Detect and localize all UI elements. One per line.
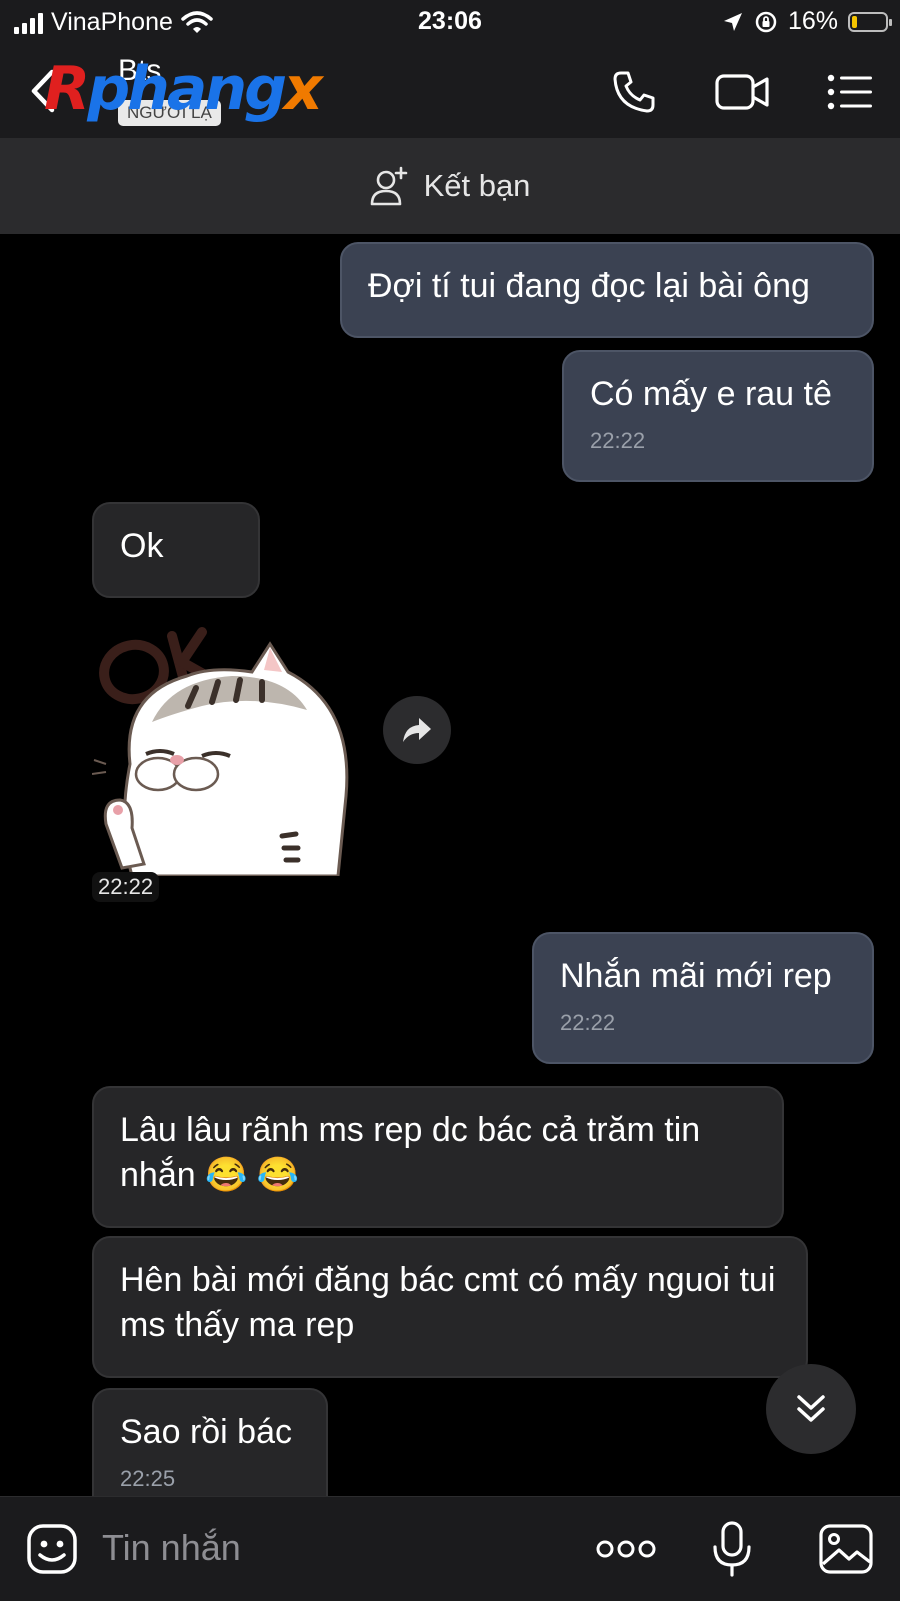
- emoji-sticker-icon: [27, 1524, 77, 1574]
- forward-arrow-icon: [403, 718, 431, 742]
- voice-call-button[interactable]: [606, 64, 662, 120]
- send-image-button[interactable]: [816, 1519, 876, 1579]
- scroll-to-bottom-button[interactable]: [766, 1364, 856, 1454]
- cat-ok-sticker[interactable]: [91, 614, 362, 878]
- phone-icon: [613, 71, 655, 113]
- add-user-icon: [370, 166, 407, 206]
- message-bubble-incoming[interactable]: Hên bài mới đăng bác cmt có mấy nguoi tu…: [92, 1236, 808, 1378]
- message-text: Lâu lâu rãnh ms rep dc bác cả trăm tin n…: [120, 1111, 701, 1194]
- message-text: Sao rồi bác: [120, 1413, 292, 1451]
- message-text: Nhắn mãi mới rep: [560, 957, 832, 995]
- status-bar: VinaPhone 23:06 16%: [0, 0, 900, 44]
- share-sticker-button[interactable]: [383, 696, 451, 764]
- message-text: Ok: [120, 527, 164, 565]
- chat-header: Bts NGƯỜI LẠ Rphangx: [0, 44, 900, 139]
- battery-percent: 16%: [787, 7, 838, 35]
- more-dots-icon: [596, 1540, 656, 1558]
- battery-icon: [848, 11, 892, 32]
- message-time: 22:22: [590, 428, 646, 453]
- message-input[interactable]: Tin nhắn: [102, 1527, 241, 1569]
- microphone-icon: [713, 1521, 751, 1577]
- message-input-bar: Tin nhắn: [0, 1496, 900, 1601]
- message-text: Đợi tí tui đang đọc lại bài ông: [368, 267, 810, 305]
- message-bubble-incoming[interactable]: Ok: [92, 502, 260, 598]
- video-call-button[interactable]: [714, 64, 770, 120]
- video-camera-icon: [715, 74, 769, 110]
- image-gallery-icon: [819, 1524, 873, 1574]
- message-bubble-outgoing[interactable]: Nhắn mãi mới rep 22:22: [532, 932, 874, 1064]
- message-time: 22:22: [560, 1010, 616, 1035]
- message-bubble-outgoing[interactable]: Có mấy e rau tê 22:22: [562, 350, 874, 482]
- location-arrow-icon: [723, 12, 742, 31]
- chat-options-button[interactable]: [822, 64, 878, 120]
- add-friend-button[interactable]: Kết bạn: [0, 138, 900, 234]
- add-friend-label: Kết bạn: [423, 168, 531, 203]
- voice-message-button[interactable]: [702, 1519, 762, 1579]
- watermark-logo: Rphangx: [44, 54, 323, 124]
- emoji-button[interactable]: [22, 1519, 82, 1579]
- message-bubble-incoming[interactable]: Sao rồi bác 22:25: [92, 1388, 328, 1496]
- battery-level: [852, 15, 857, 28]
- status-right: 16%: [722, 7, 892, 36]
- message-text: Hên bài mới đăng bác cmt có mấy nguoi tu…: [120, 1261, 776, 1344]
- more-options-button[interactable]: [596, 1519, 656, 1579]
- menu-list-icon: [827, 74, 872, 110]
- double-chevron-down-icon: [797, 1395, 825, 1422]
- message-bubble-outgoing[interactable]: Đợi tí tui đang đọc lại bài ông: [340, 242, 874, 338]
- rotation-lock-icon: [755, 11, 777, 32]
- message-list[interactable]: Đợi tí tui đang đọc lại bài ông Có mấy e…: [0, 234, 900, 1496]
- message-text: Có mấy e rau tê: [590, 375, 832, 413]
- message-bubble-incoming[interactable]: Lâu lâu rãnh ms rep dc bác cả trăm tin n…: [92, 1086, 784, 1228]
- message-time: 22:22: [92, 872, 160, 902]
- message-time: 22:25: [120, 1466, 176, 1491]
